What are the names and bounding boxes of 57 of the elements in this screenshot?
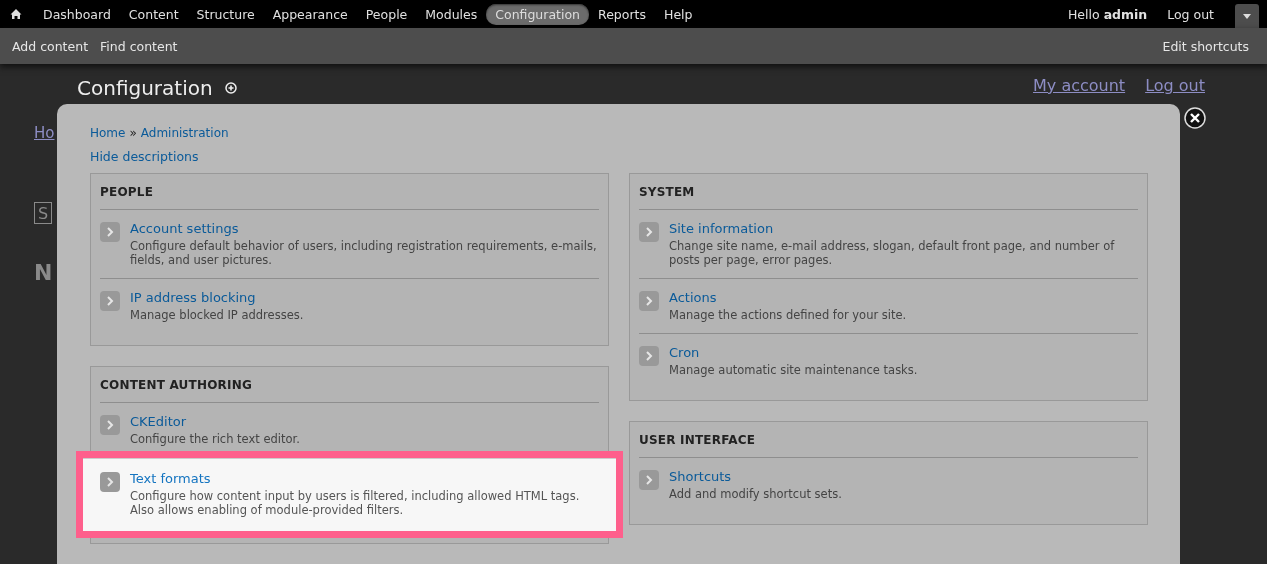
config-link[interactable]: Shortcuts — [669, 469, 732, 484]
caret-icon — [1243, 13, 1251, 19]
chevron-icon — [100, 291, 120, 311]
shortcut-link[interactable]: Add content — [12, 38, 89, 54]
edit-shortcuts-link[interactable]: Edit shortcuts — [1162, 38, 1249, 54]
close-icon[interactable] — [1184, 107, 1206, 129]
panel-heading: CONTENT AUTHORING — [100, 367, 599, 403]
config-description: Manage automatic site maintenance tasks. — [669, 363, 918, 377]
account-link[interactable]: Log out — [1145, 76, 1205, 95]
shortcuts-toggle[interactable] — [1235, 4, 1259, 28]
chevron-icon — [639, 470, 659, 490]
page-heading: N — [34, 260, 53, 285]
chevron-icon — [100, 222, 120, 242]
logout-link[interactable]: Log out — [1158, 3, 1223, 25]
menu-link[interactable]: Dashboard — [34, 3, 120, 25]
config-description: Configure default behavior of users, including registration requirements, e-mails, fields, and user pictures. — [130, 239, 598, 267]
chevron-icon — [100, 472, 120, 492]
config-link[interactable]: Site information — [669, 221, 774, 236]
menu-link[interactable]: People — [356, 3, 417, 25]
add-icon[interactable] — [224, 82, 237, 94]
breadcrumb-link[interactable]: Administration — [140, 126, 229, 140]
background-link[interactable]: Ho — [34, 124, 55, 142]
config-link[interactable]: IP address blocking — [130, 290, 256, 305]
config-link[interactable]: Cron — [669, 345, 700, 360]
config-description: Configure how content input by users is filtered, including allowed HTML tags. Also allows enabling of module-provided filters. — [130, 489, 581, 517]
shortcut-link[interactable]: Find content — [100, 38, 178, 54]
panel-heading: PEOPLE — [100, 174, 599, 210]
menu-link[interactable]: Structure — [187, 3, 264, 25]
config-description: Configure the rich text editor. — [130, 432, 300, 446]
home-icon[interactable] — [10, 8, 22, 20]
menu-link[interactable]: Help — [655, 3, 702, 25]
config-description: Manage blocked IP addresses. — [130, 308, 304, 322]
chevron-icon — [639, 222, 659, 242]
menu-link[interactable]: Configuration — [486, 3, 590, 25]
chevron-icon — [639, 291, 659, 311]
menu-link[interactable]: Appearance — [263, 3, 357, 25]
config-description: Change site name, e-mail address, slogan, default front page, and number of posts per page, error pages. — [669, 239, 1116, 267]
menu-link[interactable]: Modules — [416, 3, 487, 25]
config-description: Add and modify shortcut sets. — [669, 487, 842, 501]
breadcrumb-link[interactable]: Home — [90, 126, 126, 140]
menu-link[interactable]: Content — [119, 3, 188, 25]
config-link[interactable]: Text formats — [130, 471, 211, 486]
chevron-icon — [100, 415, 120, 435]
hide-descriptions-link[interactable]: Hide descriptions — [90, 149, 1147, 164]
panel-heading: USER INTERFACE — [639, 422, 1138, 458]
overlay-title: Configuration — [77, 76, 213, 100]
config-link[interactable]: Actions — [669, 290, 717, 305]
account-link[interactable]: My account — [1033, 76, 1126, 95]
config-link[interactable]: CKEditor — [130, 414, 187, 429]
panel-heading: SYSTEM — [639, 174, 1138, 210]
greeting: Hello admin — [1067, 6, 1148, 22]
chevron-icon — [639, 346, 659, 366]
search-button[interactable]: S — [34, 202, 53, 224]
config-description: Manage the actions defined for your site. — [669, 308, 907, 322]
menu-link[interactable]: Reports — [589, 3, 655, 25]
config-link[interactable]: Account settings — [130, 221, 239, 236]
breadcrumb-separator: » — [129, 126, 137, 140]
